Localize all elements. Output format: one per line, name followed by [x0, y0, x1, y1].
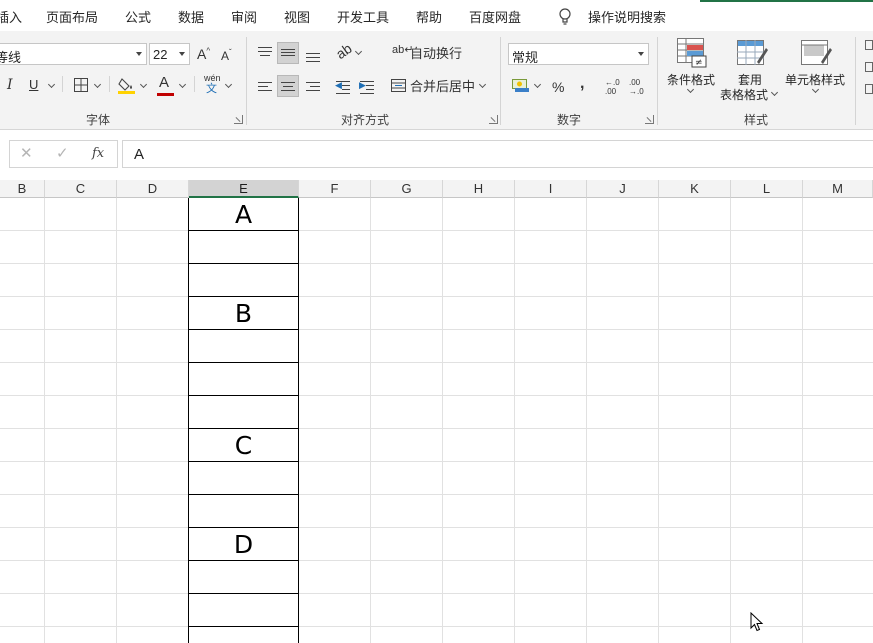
tab-page-layout[interactable]: 页面布局 [46, 7, 98, 26]
chevron-down-icon [638, 52, 644, 56]
tab-baidu-netdisk[interactable]: 百度网盘 [469, 7, 521, 26]
merge-center-icon[interactable] [391, 79, 406, 92]
group-label-number: 数字 [557, 113, 582, 127]
alignment-dialog-launcher-icon[interactable] [489, 115, 498, 124]
column-header-j[interactable]: J [587, 180, 659, 198]
borders-icon[interactable] [74, 78, 88, 92]
cell-e4[interactable]: B [188, 299, 299, 329]
accounting-format-icon[interactable] [512, 77, 529, 92]
underline-button[interactable]: U [29, 78, 38, 91]
group-separator [657, 37, 658, 125]
tab-review[interactable]: 审阅 [231, 7, 257, 26]
column-header-d[interactable]: D [117, 180, 189, 198]
tell-me-search[interactable]: 操作说明搜索 [588, 7, 666, 26]
font-size-dropdown[interactable]: 22 [149, 43, 190, 65]
chevron-down-icon[interactable] [224, 80, 233, 89]
group-label-styles: 样式 [744, 113, 769, 127]
ribbon-tab-bar: 插入 页面布局 公式 数据 审阅 视图 开发工具 帮助 百度网盘 操作说明搜索 [0, 0, 873, 31]
font-name-dropdown[interactable]: 等线 [0, 43, 147, 65]
formula-input[interactable] [122, 140, 873, 168]
cell-styles-icon[interactable] [801, 40, 833, 68]
chevron-down-icon [179, 52, 185, 56]
mouse-cursor-icon [750, 612, 764, 632]
chevron-down-icon[interactable] [478, 80, 487, 89]
group-separator [855, 37, 856, 125]
formula-bar-buttons: ✕ ✓ fx [9, 140, 118, 168]
chevron-down-icon[interactable] [93, 80, 102, 89]
column-header-e[interactable]: E [189, 180, 299, 198]
tab-view[interactable]: 视图 [284, 7, 310, 26]
merge-center-button[interactable]: 合并后居中 [410, 80, 475, 93]
column-header-l[interactable]: L [731, 180, 803, 198]
align-middle-button[interactable] [277, 42, 299, 64]
column-header-b[interactable]: B [0, 180, 45, 198]
group-separator [246, 37, 247, 125]
delete-cells-icon[interactable] [865, 62, 873, 72]
divider [62, 76, 63, 92]
column-header-i[interactable]: I [515, 180, 587, 198]
group-label-font: 字体 [86, 113, 111, 127]
number-format-dropdown[interactable]: 常规 [508, 43, 649, 65]
cell-e8[interactable]: C [188, 431, 299, 461]
column-header-h[interactable]: H [443, 180, 515, 198]
column-header-k[interactable]: K [659, 180, 731, 198]
percent-style-button[interactable]: % [552, 80, 564, 94]
shrink-font-icon[interactable]: Aˇ [221, 49, 232, 63]
chevron-down-icon[interactable] [770, 88, 779, 97]
phonetic-guide-icon[interactable]: wén [204, 74, 221, 83]
format-cells-icon[interactable] [865, 84, 873, 94]
chevron-down-icon [136, 52, 142, 56]
font-size-value: 22 [153, 47, 168, 62]
tab-formulas[interactable]: 公式 [125, 7, 151, 26]
wrap-text-button[interactable]: 自动换行 [410, 47, 462, 60]
tab-help[interactable]: 帮助 [416, 7, 442, 26]
cell-e11[interactable]: D [188, 530, 299, 560]
tab-insert[interactable]: 插入 [0, 7, 22, 26]
group-separator [500, 37, 501, 125]
cancel-icon[interactable]: ✕ [20, 146, 33, 161]
group-label-alignment: 对齐方式 [341, 113, 390, 127]
format-as-table-button[interactable]: 表格格式 [720, 86, 768, 103]
font-color-swatch [157, 93, 174, 96]
svg-text:≠: ≠ [695, 58, 703, 68]
format-as-table-icon[interactable] [737, 40, 769, 68]
orientation-icon[interactable]: ab [333, 40, 355, 62]
font-dialog-launcher-icon[interactable] [234, 115, 243, 124]
font-name-value: 等线 [0, 50, 22, 65]
column-header-c[interactable]: C [45, 180, 117, 198]
conditional-format-icon[interactable]: ≠ [677, 38, 707, 68]
column-e-border [188, 198, 299, 643]
formula-value: A [134, 146, 145, 163]
italic-button[interactable]: I [7, 78, 13, 92]
chevron-down-icon[interactable] [533, 80, 542, 89]
grow-font-icon[interactable]: A^ [197, 47, 210, 61]
increase-decimal-icon[interactable]: ←.0 .00 [605, 78, 625, 96]
chevron-down-icon[interactable] [139, 80, 148, 89]
column-header-g[interactable]: G [371, 180, 443, 198]
chevron-down-icon[interactable] [47, 80, 56, 89]
font-color-icon[interactable]: A [159, 75, 169, 90]
column-header-f[interactable]: F [299, 180, 371, 198]
insert-function-icon[interactable]: fx [92, 147, 104, 160]
enter-check-icon[interactable]: ✓ [56, 146, 69, 161]
divider [109, 76, 110, 92]
tab-data[interactable]: 数据 [178, 7, 204, 26]
number-dialog-launcher-icon[interactable] [645, 115, 654, 124]
lightbulb-icon[interactable] [558, 8, 572, 25]
chevron-down-icon[interactable] [178, 80, 187, 89]
title-accent-line [700, 0, 873, 2]
chevron-down-icon[interactable] [354, 47, 363, 56]
decrease-decimal-icon[interactable]: .00 →.0 [629, 78, 649, 96]
column-header-m[interactable]: M [803, 180, 873, 198]
phonetic-char-icon: 文 [206, 83, 217, 95]
tab-developer[interactable]: 开发工具 [337, 7, 389, 26]
insert-cells-icon[interactable] [865, 40, 873, 50]
comma-style-button[interactable]: , [580, 76, 584, 92]
ribbon: 等线 22 A^ Aˇ I U A wén 文 字体 ab ab↵ 自动换行 ◀… [0, 31, 873, 130]
cell-e1[interactable]: A [188, 200, 299, 230]
fill-color-icon[interactable] [118, 76, 135, 94]
conditional-format-button[interactable]: 条件格式 [667, 71, 715, 88]
number-format-value: 常规 [512, 50, 539, 65]
divider [194, 76, 195, 92]
